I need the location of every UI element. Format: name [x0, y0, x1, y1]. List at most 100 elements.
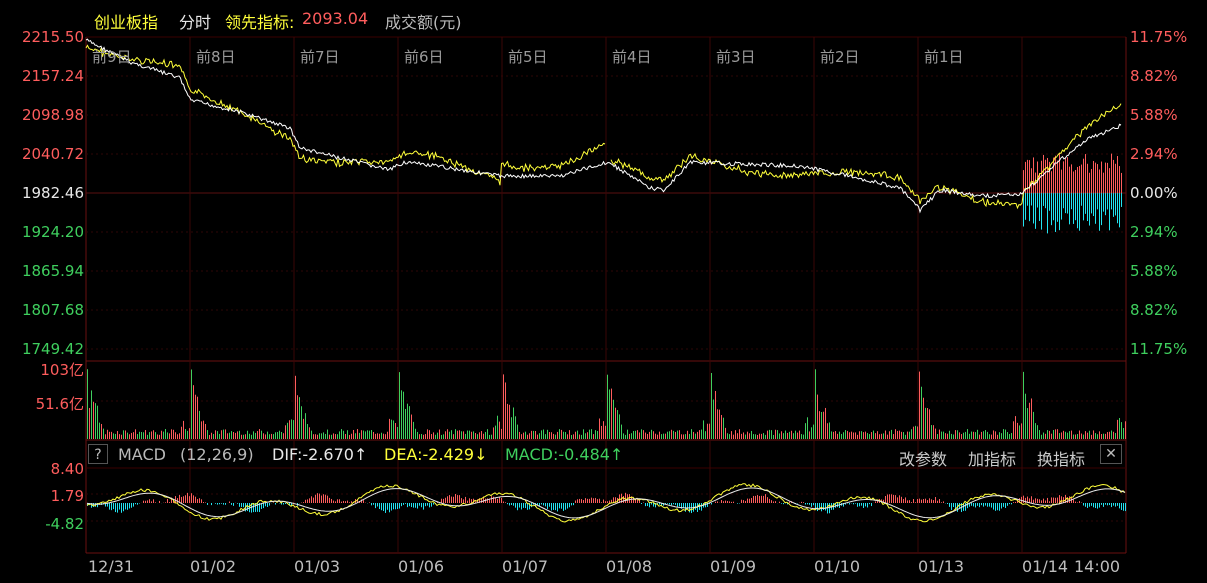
volume-bar	[91, 390, 92, 439]
volume-bar	[183, 420, 184, 439]
macd-bar	[679, 503, 680, 507]
volume-bar	[999, 432, 1000, 439]
macd-bar	[701, 503, 702, 511]
macd-bar	[669, 503, 670, 505]
volume-bar	[813, 424, 814, 439]
price-line	[85, 38, 1122, 214]
help-button[interactable]: ?	[88, 444, 108, 464]
close-icon[interactable]: ✕	[1100, 444, 1122, 464]
macd-bar	[581, 499, 582, 503]
macd-bar	[775, 501, 776, 503]
macd-bar	[769, 498, 770, 503]
volume-bar	[121, 434, 122, 439]
macd-bar	[521, 503, 522, 510]
volume-bar	[511, 417, 512, 439]
macd-bar	[151, 501, 152, 503]
macd-bar	[243, 503, 244, 508]
macd-bar	[491, 496, 492, 503]
volume-bar	[913, 426, 914, 439]
volume-bar	[1065, 431, 1066, 439]
volume-bar	[847, 430, 848, 439]
volume-bar	[419, 434, 420, 439]
volume-bar	[489, 434, 490, 439]
volume-bar	[315, 434, 316, 439]
today-down-bar	[1041, 193, 1042, 230]
mode-label[interactable]: 分时	[179, 9, 211, 33]
macd-bar	[779, 501, 780, 503]
macd-bar	[425, 503, 426, 507]
macd-bar	[977, 503, 978, 506]
volume-bar	[423, 434, 424, 439]
switch-indicator-button[interactable]: 换指标	[1037, 446, 1085, 470]
volume-bar	[783, 433, 784, 439]
volume-bar	[393, 420, 394, 439]
volume-bar	[289, 420, 290, 439]
volume-bar	[787, 432, 788, 439]
today-down-bar	[1067, 193, 1068, 214]
macd-bar	[989, 503, 990, 507]
macd-bar	[237, 503, 238, 504]
volume-bar	[979, 434, 980, 439]
volume-bar	[115, 433, 116, 439]
volume-bar	[659, 431, 660, 439]
macd-bar	[1123, 503, 1124, 511]
macd-bar	[759, 495, 760, 503]
macd-bar	[717, 501, 718, 503]
macd-bar	[525, 503, 526, 509]
volume-bar	[797, 432, 798, 439]
volume-bar	[131, 432, 132, 439]
volume-bar	[181, 426, 182, 439]
macd-bar	[453, 496, 454, 503]
volume-bar	[721, 414, 722, 439]
macd-bar	[137, 503, 138, 505]
today-up-bar	[1115, 163, 1116, 193]
volume-bar	[285, 425, 286, 439]
volume-bar	[625, 434, 626, 439]
macd-bar	[629, 494, 630, 503]
day-label: 前9日	[92, 48, 132, 66]
leading-index-line	[85, 44, 1122, 210]
macd-bar	[471, 499, 472, 503]
macd-bar	[211, 503, 212, 506]
volume-bar	[337, 434, 338, 439]
volume-bar	[523, 432, 524, 439]
volume-bar	[169, 433, 170, 439]
macd-bar	[413, 503, 414, 508]
modify-params-button[interactable]: 改参数	[899, 446, 947, 470]
volume-bar	[695, 433, 696, 439]
macd-bar	[653, 503, 654, 507]
volume-bar	[415, 428, 416, 439]
macd-bar	[921, 499, 922, 503]
macd-bar	[893, 494, 894, 503]
macd-bar	[885, 495, 886, 503]
today-up-bar	[1073, 171, 1074, 193]
percent-tick: 11.75%	[1130, 28, 1188, 46]
add-indicator-button[interactable]: 加指标	[968, 446, 1016, 470]
macd-bar	[147, 500, 148, 503]
volume-bar	[727, 433, 728, 439]
macd-bar	[1013, 502, 1014, 503]
today-down-bar	[1095, 193, 1096, 224]
macd-tick: -4.82	[45, 515, 84, 533]
price-tick: 1749.42	[21, 340, 84, 358]
volume-bar	[903, 432, 904, 439]
volume-bar	[1113, 431, 1114, 439]
macd-bar	[601, 502, 602, 503]
volume-bar	[859, 431, 860, 439]
volume-bar	[621, 424, 622, 439]
volume-bar	[543, 429, 544, 439]
macd-bar	[131, 503, 132, 508]
volume-bar	[841, 433, 842, 439]
macd-bar	[1115, 503, 1116, 507]
volume-bar	[603, 421, 604, 439]
volume-bar	[871, 432, 872, 439]
volume-bar	[575, 431, 576, 439]
macd-bar	[723, 501, 724, 503]
chart-grid	[85, 36, 1127, 554]
volume-bar	[657, 434, 658, 439]
macd-bar	[783, 503, 784, 505]
macd-bar	[737, 503, 738, 504]
macd-bar	[399, 503, 400, 509]
volume-bar	[729, 434, 730, 439]
volume-bar	[179, 433, 180, 439]
